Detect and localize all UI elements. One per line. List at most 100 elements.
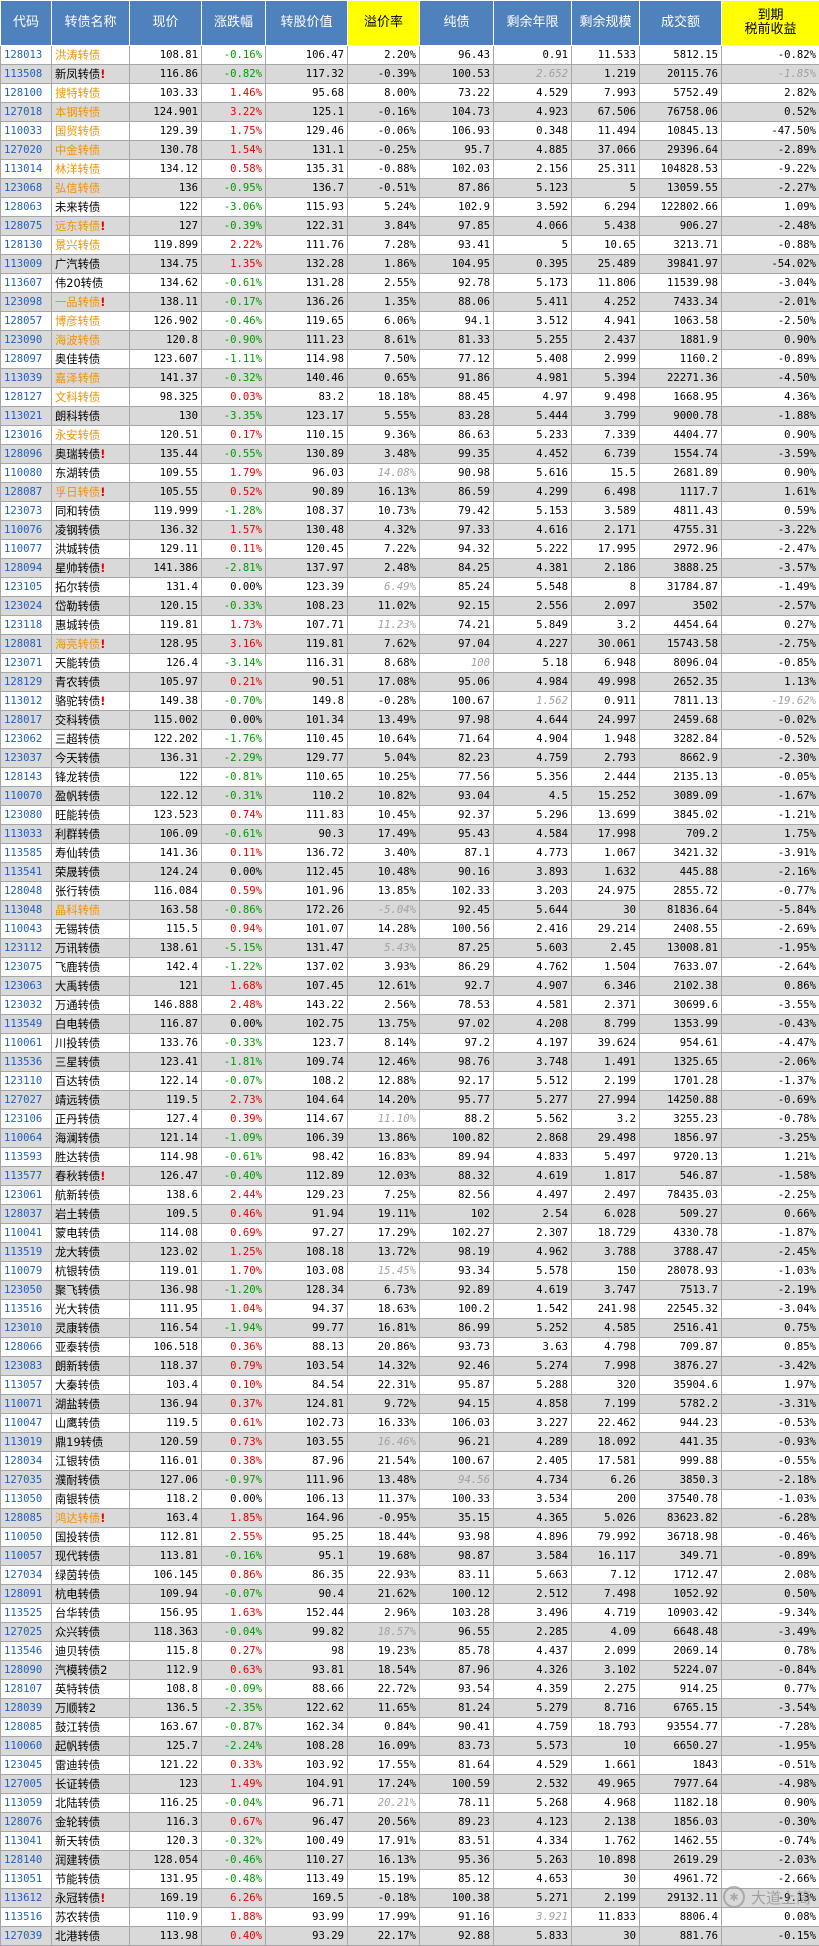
table-row[interactable]: 110080东湖转债109.551.79%96.0314.08%90.985.6… [1, 464, 819, 483]
table-row[interactable]: 127035濮耐转债127.06-0.97%111.9613.48%94.564… [1, 1471, 819, 1490]
table-row[interactable]: 113536三星转债123.41-1.81%109.7412.46%98.763… [1, 1053, 819, 1072]
table-row[interactable]: 127034绿茵转债106.1450.86%86.3522.93%83.115.… [1, 1566, 819, 1585]
table-row[interactable]: 128063未来转债122-3.06%115.935.24%102.93.592… [1, 198, 819, 217]
table-row[interactable]: 128096奥瑞转债!135.44-0.55%130.893.48%99.354… [1, 445, 819, 464]
table-row[interactable]: 113050南银转债118.20.00%106.1311.37%100.333.… [1, 1490, 819, 1509]
header-price[interactable]: 现价 [130, 1, 202, 46]
header-name[interactable]: 转债名称 [52, 1, 130, 46]
table-row[interactable]: 110079杭银转债119.011.70%103.0815.45%93.345.… [1, 1262, 819, 1281]
table-row[interactable]: 123105拓尔转债131.40.00%123.396.49%85.245.54… [1, 578, 819, 597]
table-row[interactable]: 113059北陆转债116.25-0.04%96.7120.21%78.115.… [1, 1794, 819, 1813]
table-row[interactable]: 123090海波转债120.8-0.90%111.238.61%81.335.2… [1, 331, 819, 350]
header-change[interactable]: 涨跌幅 [202, 1, 266, 46]
table-row[interactable]: 128127文科转债98.3250.03%83.218.18%88.454.97… [1, 388, 819, 407]
table-row[interactable]: 123098一品转债!138.11-0.17%136.261.35%88.065… [1, 293, 819, 312]
table-row[interactable]: 128057博彦转债126.902-0.46%119.656.06%94.13.… [1, 312, 819, 331]
table-row[interactable]: 123075飞鹿转债142.4-1.22%137.023.93%86.294.7… [1, 958, 819, 977]
table-row[interactable]: 123037今天转债136.31-2.29%129.775.04%82.234.… [1, 749, 819, 768]
table-row[interactable]: 128034江银转债116.010.38%87.9621.54%100.672.… [1, 1452, 819, 1471]
table-row[interactable]: 110057现代转债113.81-0.16%95.119.68%98.873.5… [1, 1547, 819, 1566]
table-row[interactable]: 128094星帅转债!141.386-2.81%137.972.48%84.25… [1, 559, 819, 578]
table-row[interactable]: 123068弘信转债136-0.95%136.7-0.51%87.865.123… [1, 179, 819, 198]
table-row[interactable]: 123045雷迪转债121.220.33%103.9217.55%81.644.… [1, 1756, 819, 1775]
table-row[interactable]: 128091杭电转债109.94-0.07%90.421.62%100.122.… [1, 1585, 819, 1604]
header-conversion-value[interactable]: 转股价值 [266, 1, 348, 46]
table-row[interactable]: 113525台华转债156.951.63%152.442.96%103.283.… [1, 1604, 819, 1623]
table-row[interactable]: 128087孚日转债!105.550.52%90.8916.13%86.594.… [1, 483, 819, 502]
table-row[interactable]: 113019鼎19转债120.590.73%103.5516.46%96.214… [1, 1433, 819, 1452]
table-row[interactable]: 123083朗新转债118.370.79%103.5414.32%92.465.… [1, 1357, 819, 1376]
table-row[interactable]: 123024岱勒转债120.15-0.33%108.2311.02%92.152… [1, 597, 819, 616]
table-row[interactable]: 128039万顺转2136.5-2.35%122.6211.65%81.245.… [1, 1699, 819, 1718]
table-row[interactable]: 123010灵康转债116.54-1.94%99.7716.81%86.995.… [1, 1319, 819, 1338]
table-row[interactable]: 128076金轮转债116.30.67%96.4720.56%89.234.12… [1, 1813, 819, 1832]
header-turnover[interactable]: 成交额 [640, 1, 722, 46]
table-row[interactable]: 123080旺能转债123.5230.74%111.8310.45%92.375… [1, 806, 819, 825]
table-row[interactable]: 110077洪城转债129.110.11%120.457.22%94.325.2… [1, 540, 819, 559]
table-row[interactable]: 113593胜达转债114.98-0.61%98.4216.83%89.944.… [1, 1148, 819, 1167]
table-row[interactable]: 113057大秦转债103.40.10%84.5422.31%95.875.28… [1, 1376, 819, 1395]
table-row[interactable]: 113048晶科转债163.58-0.86%172.26-5.04%92.455… [1, 901, 819, 920]
table-row[interactable]: 128085鼓江转债163.67-0.87%162.340.84%90.414.… [1, 1718, 819, 1737]
table-row[interactable]: 113033利群转债106.09-0.61%90.317.49%95.434.5… [1, 825, 819, 844]
table-row[interactable]: 128017交科转债115.0020.00%101.3413.49%97.984… [1, 711, 819, 730]
table-row[interactable]: 113519龙大转债123.021.25%108.1813.72%98.194.… [1, 1243, 819, 1262]
table-row[interactable]: 113607伟20转债134.62-0.61%131.282.55%92.785… [1, 274, 819, 293]
table-row[interactable]: 123106正丹转债127.40.39%114.6711.10%88.25.56… [1, 1110, 819, 1129]
table-row[interactable]: 123032万通转债146.8882.48%143.222.56%78.534.… [1, 996, 819, 1015]
table-row[interactable]: 128097奥佳转债123.607-1.11%114.987.50%77.125… [1, 350, 819, 369]
table-row[interactable]: 113577春秋转债!126.47-0.40%112.8912.03%88.32… [1, 1167, 819, 1186]
table-row[interactable]: 127027靖远转债119.52.73%104.6414.20%95.775.2… [1, 1091, 819, 1110]
table-row[interactable]: 113546迪贝转债115.80.27%9819.23%85.784.4372.… [1, 1642, 819, 1661]
table-row[interactable]: 113039嘉泽转债141.37-0.32%140.460.65%91.864.… [1, 369, 819, 388]
table-row[interactable]: 128090汽模转债2112.90.63%93.8118.54%87.964.3… [1, 1661, 819, 1680]
table-row[interactable]: 128107英特转债108.8-0.09%88.6622.72%93.544.3… [1, 1680, 819, 1699]
table-row[interactable]: 113516苏农转债110.91.88%93.9917.99%91.163.92… [1, 1908, 819, 1927]
header-remaining-years[interactable]: 剩余年限 [494, 1, 572, 46]
table-row[interactable]: 113021朗科转债130-3.35%123.175.55%83.285.444… [1, 407, 819, 426]
table-row[interactable]: 127018本钢转债124.9013.22%125.1-0.16%104.734… [1, 103, 819, 122]
table-row[interactable]: 110070盈帆转债122.12-0.31%110.210.82%93.044.… [1, 787, 819, 806]
table-row[interactable]: 113541荣晟转债124.240.00%112.4510.48%90.163.… [1, 863, 819, 882]
table-row[interactable]: 123016永安转债120.510.17%110.159.36%86.635.2… [1, 426, 819, 445]
table-row[interactable]: 113041新天转债120.3-0.32%100.4917.91%83.514.… [1, 1832, 819, 1851]
table-row[interactable]: 113012骆驼转债!149.38-0.70%149.8-0.28%100.67… [1, 692, 819, 711]
table-row[interactable]: 123062三超转债122.202-1.76%110.4510.64%71.64… [1, 730, 819, 749]
table-row[interactable]: 127039北港转债113.980.40%93.2922.17%92.885.8… [1, 1927, 819, 1946]
table-row[interactable]: 113585寿仙转债141.360.11%136.723.40%87.14.77… [1, 844, 819, 863]
table-row[interactable]: 110060起帆转债125.7-2.24%108.2816.09%83.735.… [1, 1737, 819, 1756]
header-code[interactable]: 代码 [1, 1, 52, 46]
table-row[interactable]: 128085鸿达转债!163.41.85%164.96-0.95%35.154.… [1, 1509, 819, 1528]
table-row[interactable]: 113549白电转债116.870.00%102.7513.75%97.024.… [1, 1015, 819, 1034]
table-row[interactable]: 123063大禹转债1211.68%107.4512.61%92.74.9076… [1, 977, 819, 996]
table-row[interactable]: 123110百达转债122.14-0.07%108.212.88%92.175.… [1, 1072, 819, 1091]
table-row[interactable]: 123112万讯转债138.61-5.15%131.475.43%87.255.… [1, 939, 819, 958]
table-row[interactable]: 123050聚飞转债136.98-1.20%128.346.73%92.894.… [1, 1281, 819, 1300]
table-row[interactable]: 123061航新转债138.62.44%129.237.25%82.564.49… [1, 1186, 819, 1205]
table-row[interactable]: 128129青农转债105.970.21%90.5117.08%95.064.9… [1, 673, 819, 692]
table-row[interactable]: 110033国贸转债129.391.75%129.46-0.06%106.930… [1, 122, 819, 141]
table-row[interactable]: 128075远东转债!127-0.39%122.313.84%97.854.06… [1, 217, 819, 236]
header-premium[interactable]: 溢价率 [348, 1, 420, 46]
table-row[interactable]: 110064海澜转债121.14-1.09%106.3913.86%100.82… [1, 1129, 819, 1148]
table-row[interactable]: 123073同和转债119.999-1.28%108.3710.73%79.42… [1, 502, 819, 521]
table-row[interactable]: 128081海亮转债!128.953.16%119.817.62%97.044.… [1, 635, 819, 654]
table-row[interactable]: 128140润建转债128.054-0.46%110.2716.13%95.36… [1, 1851, 819, 1870]
table-row[interactable]: 128013洪涛转债108.81-0.16%106.472.20%96.430.… [1, 46, 819, 65]
table-row[interactable]: 113516光大转债111.951.04%94.3718.63%100.21.5… [1, 1300, 819, 1319]
table-row[interactable]: 110076凌钢转债136.321.57%130.484.32%97.334.6… [1, 521, 819, 540]
table-row[interactable]: 113508新凤转债!116.86-0.82%117.32-0.39%100.5… [1, 65, 819, 84]
table-row[interactable]: 123071天能转债126.4-3.14%116.318.68%1005.186… [1, 654, 819, 673]
table-row[interactable]: 110061川投转债133.76-0.33%123.78.14%97.24.19… [1, 1034, 819, 1053]
table-row[interactable]: 127020中金转债130.781.54%131.1-0.25%95.74.88… [1, 141, 819, 160]
table-row[interactable]: 113009广汽转债134.751.35%132.281.86%104.950.… [1, 255, 819, 274]
table-row[interactable]: 128066亚泰转债106.5180.36%88.1320.86%93.733.… [1, 1338, 819, 1357]
table-row[interactable]: 128037岩土转债109.50.46%91.9419.11%1022.546.… [1, 1205, 819, 1224]
table-row[interactable]: 113014林洋转债134.120.58%135.31-0.88%102.032… [1, 160, 819, 179]
table-row[interactable]: 113051节能转债131.95-0.48%113.4915.19%85.124… [1, 1870, 819, 1889]
header-remaining-size[interactable]: 剩余规模 [572, 1, 640, 46]
table-row[interactable]: 128100搜特转债103.331.46%95.688.00%73.224.52… [1, 84, 819, 103]
table-row[interactable]: 128130景兴转债119.8992.22%111.767.28%93.4151… [1, 236, 819, 255]
table-row[interactable]: 127005长证转债1231.49%104.9117.24%100.592.53… [1, 1775, 819, 1794]
table-row[interactable]: 113612永冠转债!169.196.26%169.5-0.18%100.385… [1, 1889, 819, 1908]
